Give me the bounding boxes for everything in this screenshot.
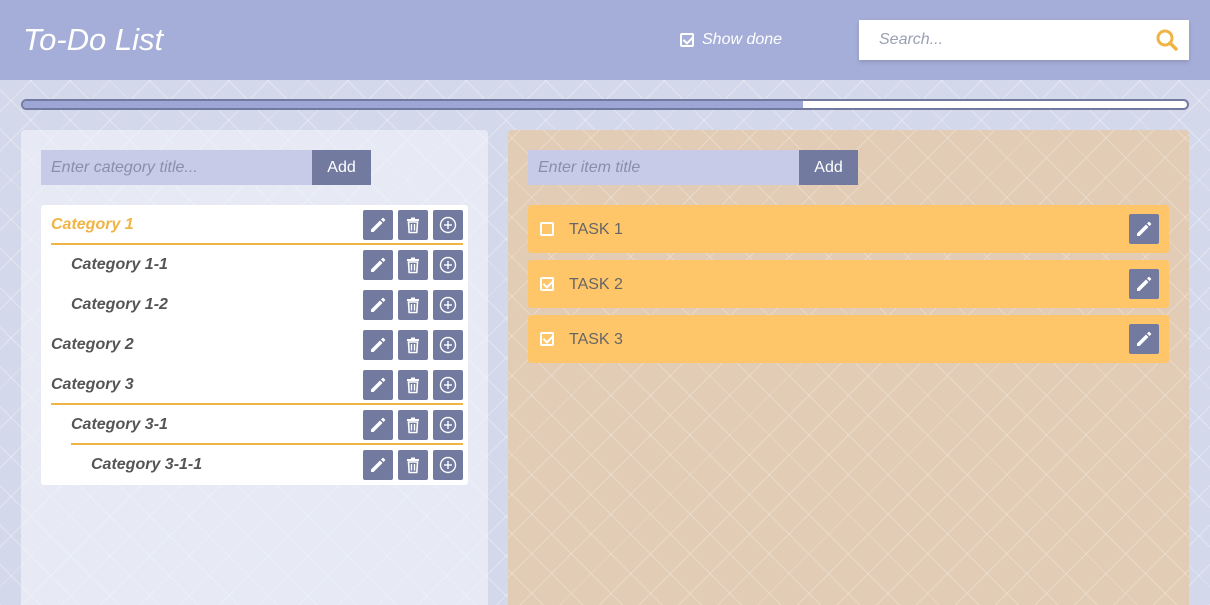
show-done-toggle[interactable]: Show done	[680, 31, 782, 49]
add-subcategory-button[interactable]	[433, 290, 463, 320]
pencil-icon	[371, 457, 386, 472]
task-label: TASK 3	[569, 331, 623, 348]
task-item[interactable]: TASK 3	[528, 315, 1169, 363]
category-list: Category 1 Category 1-1 Category 1-2 Catego…	[41, 205, 468, 485]
plus-circle-icon	[439, 376, 457, 394]
delete-category-button[interactable]	[398, 290, 428, 320]
category-label[interactable]: Category 1-1	[71, 256, 168, 274]
edit-category-button[interactable]	[363, 410, 393, 440]
category-actions	[363, 450, 463, 480]
pencil-icon	[371, 377, 386, 392]
task-checkbox[interactable]	[540, 277, 554, 291]
edit-category-button[interactable]	[363, 250, 393, 280]
add-item-button[interactable]: Add	[799, 150, 858, 185]
category-title-input[interactable]	[41, 150, 312, 185]
categories-panel: Add Category 1Category 1-1Category 1-2Ca…	[21, 130, 488, 605]
edit-task-button[interactable]	[1129, 269, 1159, 299]
pencil-icon	[371, 297, 386, 312]
plus-circle-icon	[439, 216, 457, 234]
category-label[interactable]: Category 3-1	[71, 416, 168, 434]
item-title-input[interactable]	[528, 150, 799, 185]
delete-category-button[interactable]	[398, 250, 428, 280]
pencil-icon	[371, 217, 386, 232]
app-header: To-Do List Show done	[0, 0, 1210, 80]
show-done-checkbox[interactable]	[680, 33, 694, 47]
pencil-icon	[1137, 221, 1152, 236]
show-done-label: Show done	[702, 31, 783, 48]
task-item[interactable]: TASK 2	[528, 260, 1169, 308]
edit-category-button[interactable]	[363, 210, 393, 240]
delete-category-button[interactable]	[398, 210, 428, 240]
add-item-row: Add	[528, 150, 858, 185]
category-label[interactable]: Category 1-2	[71, 296, 168, 314]
edit-category-button[interactable]	[363, 290, 393, 320]
delete-category-button[interactable]	[398, 410, 428, 440]
plus-circle-icon	[439, 296, 457, 314]
category-row[interactable]: Category 2	[41, 325, 468, 365]
pencil-icon	[371, 257, 386, 272]
category-row[interactable]: Category 1-2	[41, 285, 468, 325]
pencil-icon	[1137, 331, 1152, 346]
category-label[interactable]: Category 1	[51, 216, 134, 234]
add-subcategory-button[interactable]	[433, 250, 463, 280]
category-actions	[363, 210, 463, 240]
category-actions	[363, 410, 463, 440]
add-subcategory-button[interactable]	[433, 210, 463, 240]
trash-icon	[407, 257, 419, 274]
category-row[interactable]: Category 3-1	[41, 405, 468, 445]
app-title: To-Do List	[23, 22, 164, 57]
category-row[interactable]: Category 1	[41, 205, 468, 245]
trash-icon	[407, 457, 419, 474]
add-subcategory-button[interactable]	[433, 330, 463, 360]
task-item[interactable]: TASK 1	[528, 205, 1169, 253]
add-category-button[interactable]: Add	[312, 150, 371, 185]
category-row[interactable]: Category 3	[41, 365, 468, 405]
tasks-panel: Add TASK 1 TASK 2 TASK 3	[508, 130, 1189, 605]
edit-category-button[interactable]	[363, 370, 393, 400]
add-category-row: Add	[41, 150, 371, 185]
plus-circle-icon	[439, 416, 457, 434]
trash-icon	[407, 417, 419, 434]
search-box	[859, 20, 1189, 60]
task-checkbox[interactable]	[540, 222, 554, 236]
category-label[interactable]: Category 3-1-1	[91, 456, 202, 474]
trash-icon	[407, 217, 419, 234]
pencil-icon	[1137, 276, 1152, 291]
pencil-icon	[371, 417, 386, 432]
add-subcategory-button[interactable]	[433, 450, 463, 480]
search-icon[interactable]	[1155, 28, 1179, 52]
edit-category-button[interactable]	[363, 450, 393, 480]
edit-task-button[interactable]	[1129, 214, 1159, 244]
progress-fill	[23, 101, 803, 108]
task-label: TASK 2	[569, 276, 623, 293]
category-row[interactable]: Category 3-1-1	[41, 445, 468, 485]
category-actions	[363, 330, 463, 360]
category-row[interactable]: Category 1-1	[41, 245, 468, 285]
plus-circle-icon	[439, 456, 457, 474]
category-actions	[363, 290, 463, 320]
plus-circle-icon	[439, 256, 457, 274]
add-subcategory-button[interactable]	[433, 410, 463, 440]
trash-icon	[407, 297, 419, 314]
progress-bar	[21, 99, 1189, 110]
trash-icon	[407, 377, 419, 394]
category-actions	[363, 250, 463, 280]
edit-task-button[interactable]	[1129, 324, 1159, 354]
category-actions	[363, 370, 463, 400]
search-input[interactable]	[879, 30, 1139, 50]
pencil-icon	[371, 337, 386, 352]
add-subcategory-button[interactable]	[433, 370, 463, 400]
delete-category-button[interactable]	[398, 330, 428, 360]
trash-icon	[407, 337, 419, 354]
category-label[interactable]: Category 3	[51, 376, 134, 394]
category-label[interactable]: Category 2	[51, 336, 134, 354]
edit-category-button[interactable]	[363, 330, 393, 360]
delete-category-button[interactable]	[398, 450, 428, 480]
task-label: TASK 1	[569, 221, 623, 238]
delete-category-button[interactable]	[398, 370, 428, 400]
task-checkbox[interactable]	[540, 332, 554, 346]
plus-circle-icon	[439, 336, 457, 354]
